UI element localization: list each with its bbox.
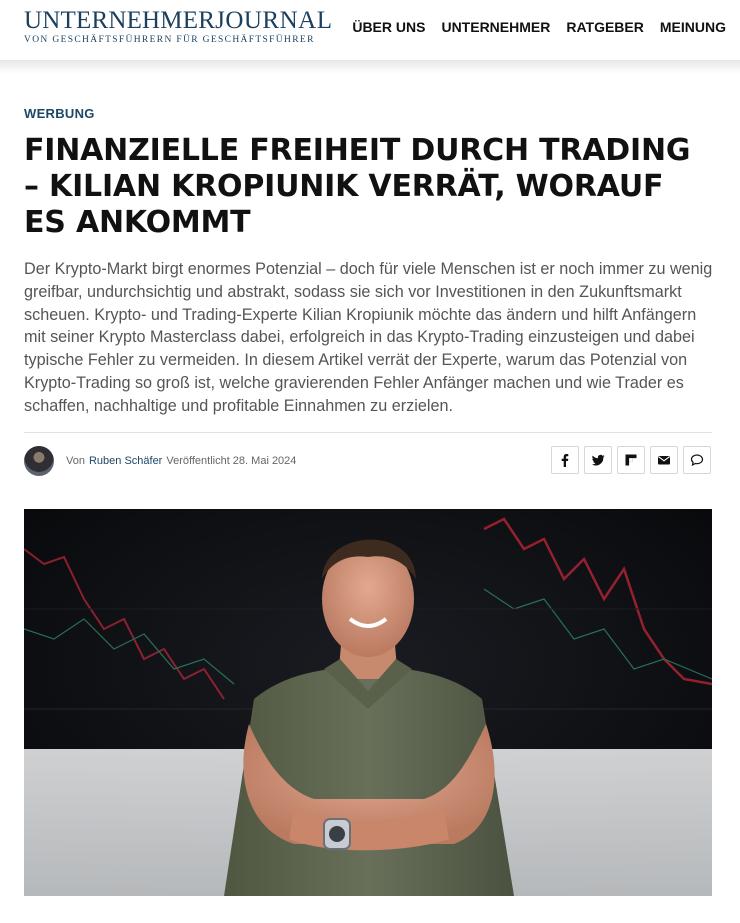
nav-item-ratgeber[interactable]: RATGEBER <box>566 19 644 35</box>
site-logo[interactable]: UNTERNEHMERJOURNAL VON GESCHÄFTSFÜHRERN … <box>24 7 333 46</box>
comment-icon <box>690 454 704 467</box>
byline-divider <box>24 432 712 433</box>
share-buttons <box>551 446 711 474</box>
byline: Von Ruben Schäfer Veröffentlicht 28. Mai 2… <box>24 445 296 477</box>
byline-prefix: Von <box>66 455 85 467</box>
author-link[interactable]: Ruben Schäfer <box>89 455 162 467</box>
header-shadow <box>0 60 740 74</box>
author-avatar[interactable] <box>24 446 54 476</box>
article-lead: Der Krypto-Markt birgt enormes Potenzial… <box>24 260 713 415</box>
logo-wordmark: UNTERNEHMERJOURNAL <box>24 7 333 34</box>
nav-item-unternehmer[interactable]: UNTERNEHMER <box>441 19 550 35</box>
hero-image <box>24 509 712 896</box>
share-email-button[interactable] <box>650 446 678 474</box>
nav-item-ueber-uns[interactable]: ÜBER UNS <box>352 19 425 35</box>
facebook-icon <box>561 454 569 467</box>
logo-tagline: VON GESCHÄFTSFÜHRERN FÜR GESCHÄFTSFÜHRER <box>24 35 315 45</box>
email-icon <box>658 456 670 465</box>
share-facebook-button[interactable] <box>551 446 579 474</box>
site-header: UNTERNEHMERJOURNAL VON GESCHÄFTSFÜHRERN … <box>0 0 740 60</box>
nav-item-meinung[interactable]: MEINUNG <box>660 19 726 35</box>
share-twitter-button[interactable] <box>584 446 612 474</box>
twitter-icon <box>591 454 605 466</box>
byline-text: Von Ruben Schäfer Veröffentlicht 28. Mai 2… <box>66 455 296 467</box>
publish-date: Veröffentlicht 28. Mai 2024 <box>166 455 297 467</box>
flipboard-icon <box>625 454 637 466</box>
share-comment-button[interactable] <box>683 446 711 474</box>
share-flipboard-button[interactable] <box>617 446 645 474</box>
main-nav: ÜBER UNS UNTERNEHMER RATGEBER MEINUNG <box>352 19 726 35</box>
article-title: FINANZIELLE FREIHEIT DURCH TRADING – KIL… <box>24 133 691 240</box>
article-category[interactable]: WERBUNG <box>24 106 95 121</box>
